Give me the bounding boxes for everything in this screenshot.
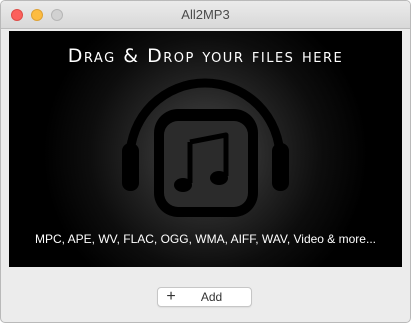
add-button-label: Add <box>200 290 223 304</box>
window-title: All2MP3 <box>181 7 230 22</box>
add-button[interactable]: + Add <box>157 287 252 307</box>
supported-formats-text: MPC, APE, WV, FLAC, OGG, WMA, AIFF, WAV,… <box>35 232 376 246</box>
file-drop-area[interactable]: Drag & Drop your files here MPC, APE, WV… <box>9 31 402 267</box>
app-window: All2MP3 Drag & Drop your files here MPC,… <box>0 0 411 323</box>
drop-instructions-heading: Drag & Drop your files here <box>67 45 344 67</box>
title-bar[interactable]: All2MP3 <box>1 1 410 29</box>
